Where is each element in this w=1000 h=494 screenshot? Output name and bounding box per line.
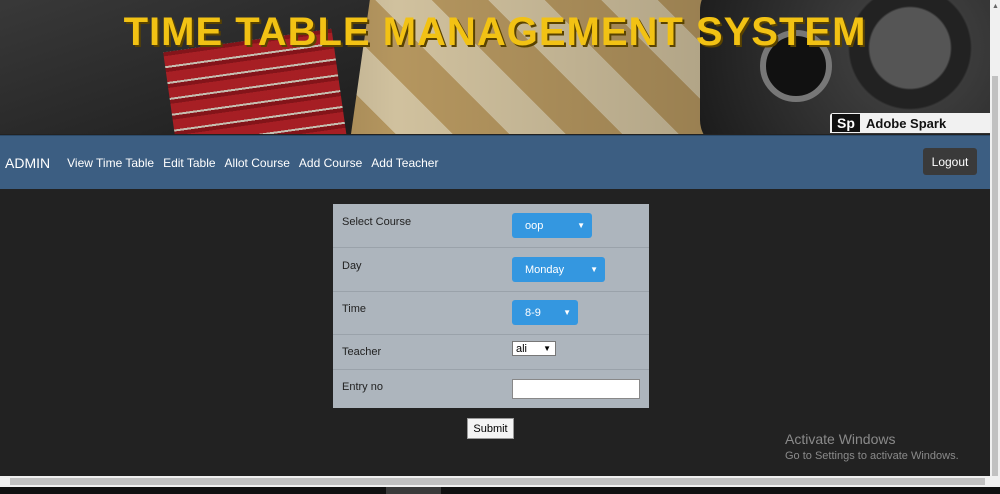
navbar-brand[interactable]: ADMIN (5, 155, 50, 171)
chevron-down-icon: ▼ (543, 344, 551, 353)
adobe-spark-logo-icon: Sp (832, 114, 860, 132)
time-select-value: 8-9 (525, 306, 541, 319)
activate-windows-title: Activate Windows (785, 431, 896, 447)
teacher-label: Teacher (342, 346, 382, 358)
adobe-spark-watermark: Sp Adobe Spark (830, 113, 990, 133)
os-taskbar (0, 487, 1000, 494)
nav-view-time-table[interactable]: View Time Table (67, 156, 154, 170)
top-navbar: ADMIN View Time Table Edit Table Allot C… (0, 135, 990, 189)
course-label: Select Course (342, 216, 412, 228)
teacher-select-value: ali (516, 342, 528, 355)
teacher-row: Teacher ali ▼ (333, 335, 649, 370)
chevron-down-icon: ▼ (563, 308, 571, 317)
day-select-value: Monday (525, 263, 565, 276)
nav-allot-course[interactable]: Allot Course (225, 156, 290, 170)
adobe-spark-label: Adobe Spark (866, 115, 947, 131)
entry-label: Entry no (342, 381, 383, 393)
nav-add-teacher[interactable]: Add Teacher (371, 156, 438, 170)
entry-no-input[interactable] (512, 379, 640, 399)
nav-add-course[interactable]: Add Course (299, 156, 362, 170)
chevron-down-icon: ▼ (577, 221, 585, 230)
taskbar-active-item[interactable] (386, 487, 441, 494)
course-select-value: oop (525, 219, 544, 232)
time-select[interactable]: 8-9 ▼ (512, 300, 578, 325)
chevron-down-icon: ▼ (590, 265, 598, 274)
page-title: TIME TABLE MANAGEMENT SYSTEM (123, 10, 867, 54)
header-banner: TIME TABLE MANAGEMENT SYSTEM Sp Adobe Sp… (0, 0, 990, 134)
horizontal-scrollbar[interactable] (0, 476, 1000, 487)
activate-windows-notice: Activate Windows Go to Settings to activ… (785, 431, 959, 462)
day-select[interactable]: Monday ▼ (512, 257, 605, 282)
time-row: Time 8-9 ▼ (333, 292, 649, 335)
day-row: Day Monday ▼ (333, 248, 649, 292)
teacher-select[interactable]: ali ▼ (512, 341, 556, 356)
submit-button[interactable]: Submit (467, 418, 514, 439)
time-label: Time (342, 303, 367, 315)
entry-row: Entry no (333, 370, 649, 408)
horizontal-scroll-thumb[interactable] (10, 478, 985, 485)
vertical-scroll-thumb[interactable] (992, 76, 998, 476)
vertical-scrollbar[interactable]: ▲ (990, 0, 1000, 476)
course-row: Select Course oop ▼ (333, 204, 649, 248)
scroll-up-icon[interactable]: ▲ (992, 3, 999, 10)
allot-course-form: Select Course oop ▼ Day Monday ▼ Time 8-… (333, 204, 649, 408)
logout-button[interactable]: Logout (923, 148, 977, 175)
nav-edit-table[interactable]: Edit Table (163, 156, 215, 170)
day-label: Day (342, 260, 362, 272)
course-select[interactable]: oop ▼ (512, 213, 592, 238)
activate-windows-subtitle: Go to Settings to activate Windows. (785, 450, 959, 462)
